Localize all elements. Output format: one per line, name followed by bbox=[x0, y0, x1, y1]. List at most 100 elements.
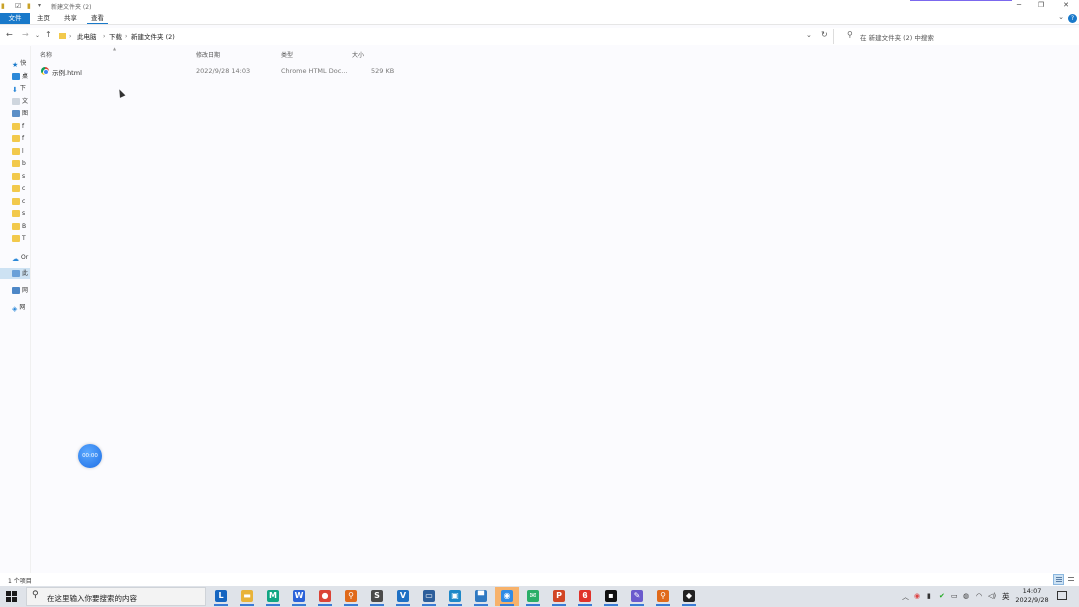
sidebar-item-folder[interactable]: s bbox=[12, 208, 30, 219]
sidebar-item-folder[interactable]: f bbox=[12, 133, 30, 144]
status-bar: 1 个项目 bbox=[0, 573, 1079, 586]
taskbar-app-terminal[interactable]: ▭ bbox=[417, 587, 441, 606]
sidebar-item-folder[interactable]: l bbox=[12, 146, 30, 157]
taskbar-app-recorder-app[interactable]: ◉ bbox=[495, 587, 519, 606]
new-folder-icon[interactable]: ▮ bbox=[27, 2, 31, 10]
sidebar-item-documents[interactable]: 文 bbox=[12, 96, 30, 107]
breadcrumb-current-folder[interactable]: 新建文件夹 (2) bbox=[131, 31, 175, 43]
taskbar-app-wps-writer[interactable]: W bbox=[287, 587, 311, 606]
tab-view[interactable]: 查看 bbox=[87, 13, 108, 24]
tray-app-icon[interactable]: ◉ bbox=[914, 592, 920, 600]
sidebar-item-homegroup[interactable]: ◈ 网 bbox=[12, 302, 30, 313]
sidebar-item-downloads[interactable]: ⬇ 下 bbox=[12, 83, 30, 94]
file-explorer-icon: ▬ bbox=[241, 590, 253, 602]
tray-window-icon[interactable]: ▭ bbox=[951, 592, 958, 600]
taskbar-app-file-explorer[interactable]: ▬ bbox=[235, 587, 259, 606]
quick-access-dropdown-icon[interactable]: ▾ bbox=[38, 2, 41, 9]
show-hidden-icons-icon[interactable]: ︿ bbox=[902, 592, 909, 602]
taskbar-app-vscode[interactable]: V bbox=[391, 587, 415, 606]
help-icon[interactable]: ? bbox=[1068, 14, 1077, 23]
up-button[interactable]: ↑ bbox=[45, 30, 52, 39]
properties-icon[interactable]: ☑ bbox=[15, 2, 21, 10]
taskbar-app-mindmaster[interactable]: M bbox=[261, 587, 285, 606]
search-placeholder: 在 新建文件夹 (2) 中搜索 bbox=[860, 34, 934, 42]
running-indicator bbox=[396, 604, 410, 606]
app-window-icon: ▀ bbox=[475, 590, 487, 602]
running-indicator bbox=[422, 604, 436, 606]
sidebar-item-pictures[interactable]: 图 bbox=[12, 108, 30, 119]
tray-app2-icon[interactable]: ◍ bbox=[963, 592, 969, 600]
ime-indicator[interactable]: 英 bbox=[1002, 591, 1010, 602]
tab-share[interactable]: 共享 bbox=[60, 13, 81, 24]
address-bar[interactable]: › 此电脑 › 下载 › 新建文件夹 (2) bbox=[56, 30, 816, 43]
recorder-timer-button[interactable]: 00:00 bbox=[78, 444, 102, 468]
column-header-modified[interactable]: 修改日期 bbox=[196, 50, 220, 59]
volume-icon[interactable]: ◁) bbox=[988, 592, 996, 600]
breadcrumb-this-pc[interactable]: 此电脑 bbox=[77, 31, 97, 43]
taskbar-app-sublime[interactable]: S bbox=[365, 587, 389, 606]
minimize-button[interactable]: ─ bbox=[1013, 1, 1025, 11]
desktop-icon bbox=[12, 73, 20, 80]
breadcrumb-downloads[interactable]: 下载 bbox=[109, 31, 122, 43]
sidebar-item-this-pc[interactable]: 此 bbox=[0, 268, 30, 279]
taskbar-app-lenovo[interactable]: L bbox=[209, 587, 233, 606]
taskbar-app-app-window[interactable]: ▀ bbox=[469, 587, 493, 606]
refresh-button[interactable]: ↻ bbox=[821, 30, 828, 39]
chrome-html-icon bbox=[41, 67, 49, 75]
sidebar-item-quick-access[interactable]: ★ 快 bbox=[12, 58, 30, 69]
maximize-button[interactable]: ❐ bbox=[1035, 1, 1047, 11]
tray-status-icon[interactable]: ✔ bbox=[939, 592, 945, 600]
chevron-right-icon: › bbox=[125, 33, 128, 40]
tab-home[interactable]: 主页 bbox=[33, 13, 54, 24]
recent-locations-icon[interactable]: ⌄ bbox=[35, 32, 40, 39]
sidebar-item-folder[interactable]: B bbox=[12, 221, 30, 232]
details-view-button[interactable] bbox=[1053, 574, 1064, 585]
address-dropdown-icon[interactable]: ⌄ bbox=[806, 31, 812, 39]
file-type: Chrome HTML Doc... bbox=[281, 67, 348, 75]
expand-ribbon-icon[interactable]: ⌄ bbox=[1058, 13, 1064, 21]
taskbar-app-chrome[interactable]: ● bbox=[313, 587, 337, 606]
tab-file[interactable]: 文件 bbox=[0, 13, 30, 24]
search-box[interactable]: ⚲ 在 新建文件夹 (2) 中搜索 bbox=[833, 29, 1075, 44]
sidebar-item-folder[interactable]: s bbox=[12, 171, 30, 182]
folder-icon bbox=[12, 173, 20, 180]
column-headers: 名称 修改日期 类型 大小 bbox=[30, 50, 1079, 60]
sidebar-item-network[interactable]: 网 bbox=[12, 285, 30, 296]
running-indicator bbox=[214, 604, 228, 606]
clock[interactable]: 14:07 2022/9/28 bbox=[1014, 587, 1050, 605]
taskbar-app-search-tool[interactable]: ⚲ bbox=[339, 587, 363, 606]
taskbar-app-search-app[interactable]: ⚲ bbox=[651, 587, 675, 606]
taskbar-app-shield[interactable]: ◆ bbox=[677, 587, 701, 606]
close-button[interactable]: ✕ bbox=[1060, 1, 1072, 11]
taskbar-app-powerpoint[interactable]: P bbox=[547, 587, 571, 606]
pane-divider[interactable] bbox=[30, 46, 31, 576]
column-header-type[interactable]: 类型 bbox=[281, 50, 293, 59]
sidebar-item-folder[interactable]: f bbox=[12, 121, 30, 132]
file-row[interactable]: 示例.html 2022/9/28 14:03 Chrome HTML Doc.… bbox=[38, 65, 398, 77]
taskbar-app-remote-desktop[interactable]: ▣ bbox=[443, 587, 467, 606]
notification-center-icon[interactable] bbox=[1057, 591, 1067, 600]
column-header-name[interactable]: 名称 bbox=[40, 50, 52, 59]
start-button[interactable] bbox=[6, 591, 17, 602]
sidebar-item-folder[interactable]: T bbox=[12, 233, 30, 244]
large-icons-view-button[interactable] bbox=[1066, 574, 1077, 585]
wps-icon: ϐ bbox=[579, 590, 591, 602]
column-header-size[interactable]: 大小 bbox=[352, 50, 364, 59]
navigation-pane: ★ 快 桌 ⬇ 下 文 图 f f l b s c c s B T ☁ Or 此 网 … bbox=[0, 55, 30, 575]
back-button[interactable]: ← bbox=[6, 30, 13, 39]
forward-button[interactable]: → bbox=[22, 30, 29, 39]
sidebar-item-folder[interactable]: c bbox=[12, 196, 30, 207]
taskbar-search[interactable]: ⚲ 在这里输入你要搜索的内容 bbox=[26, 587, 206, 606]
taskbar-app-wechat[interactable]: ✉ bbox=[521, 587, 545, 606]
microphone-icon[interactable]: ▮ bbox=[927, 592, 931, 600]
taskbar-app-cmd[interactable]: ▪ bbox=[599, 587, 623, 606]
file-name[interactable]: 示例.html bbox=[52, 67, 82, 77]
running-indicator bbox=[604, 604, 618, 606]
taskbar-app-paint[interactable]: ✎ bbox=[625, 587, 649, 606]
sidebar-item-desktop[interactable]: 桌 bbox=[12, 71, 30, 82]
taskbar-app-wps[interactable]: ϐ bbox=[573, 587, 597, 606]
sidebar-item-onedrive[interactable]: ☁ Or bbox=[12, 252, 30, 263]
sidebar-item-folder[interactable]: c bbox=[12, 183, 30, 194]
sidebar-item-folder[interactable]: b bbox=[12, 158, 30, 169]
wifi-icon[interactable]: ◠ bbox=[976, 592, 982, 600]
